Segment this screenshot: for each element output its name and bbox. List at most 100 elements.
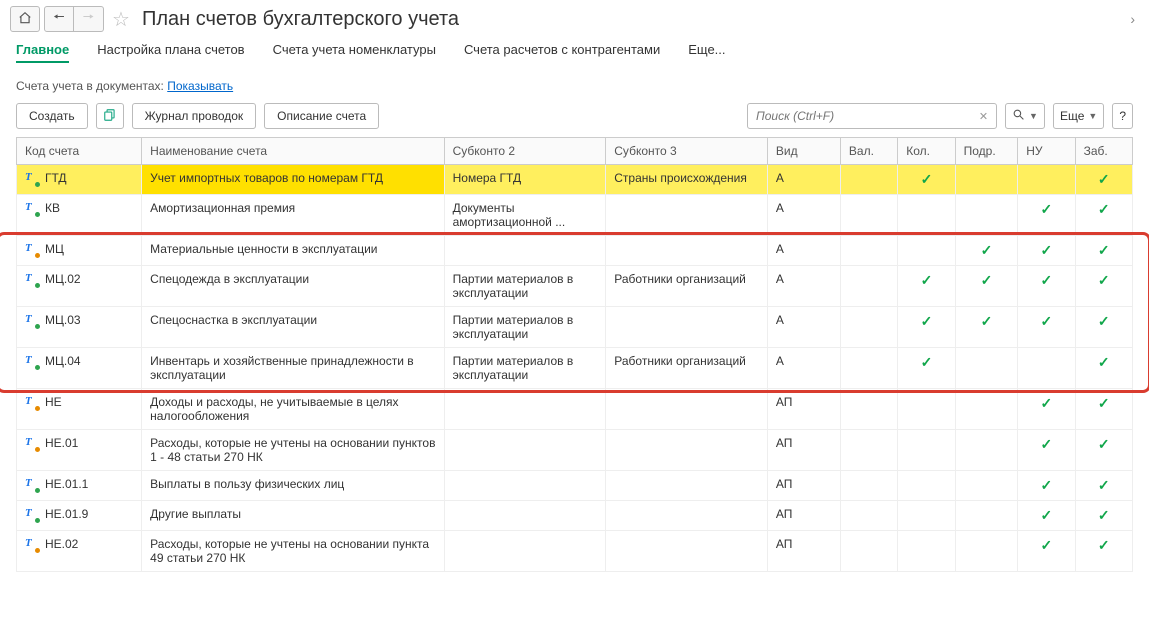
tab-Настройка плана счетов[interactable]: Настройка плана счетов bbox=[97, 42, 244, 63]
check-icon: ✓ bbox=[1098, 171, 1110, 187]
search-input[interactable] bbox=[752, 107, 975, 125]
val-cell bbox=[840, 236, 897, 266]
table-row[interactable]: КВАмортизационная премияДокументы аморти… bbox=[17, 195, 1133, 236]
col-podr[interactable]: Подр. bbox=[955, 138, 1018, 165]
kind-cell: А bbox=[767, 348, 840, 389]
col-zab[interactable]: Заб. bbox=[1075, 138, 1132, 165]
sub2-cell bbox=[444, 471, 606, 501]
check-icon: ✓ bbox=[1098, 354, 1110, 370]
journal-button[interactable]: Журнал проводок bbox=[132, 103, 257, 129]
code-cell: НЕ.02 bbox=[25, 537, 133, 552]
check-icon: ✓ bbox=[1041, 272, 1053, 288]
table-row[interactable]: НЕ.01.9Другие выплатыАП✓✓ bbox=[17, 501, 1133, 531]
code-cell: МЦ bbox=[25, 242, 133, 257]
code-cell: ГТД bbox=[25, 171, 133, 186]
kol-cell bbox=[898, 236, 955, 266]
table-row[interactable]: НЕ.01.1Выплаты в пользу физических лицАП… bbox=[17, 471, 1133, 501]
check-icon: ✓ bbox=[1041, 477, 1053, 493]
name-cell: Выплаты в пользу физических лиц bbox=[142, 471, 444, 501]
find-dropdown[interactable]: ▼ bbox=[1005, 103, 1045, 129]
filter-link[interactable]: Показывать bbox=[167, 79, 233, 93]
kind-cell: АП bbox=[767, 389, 840, 430]
sub3-cell bbox=[606, 195, 768, 236]
back-button[interactable]: 🠔 bbox=[44, 6, 74, 32]
sub2-cell bbox=[444, 501, 606, 531]
check-icon: ✓ bbox=[921, 313, 933, 329]
top-toolbar: 🠔 🠖 ☆ План счетов бухгалтерского учета › bbox=[0, 0, 1149, 38]
grid-container: Код счета Наименование счета Субконто 2 … bbox=[0, 137, 1149, 582]
zab-cell: ✓ bbox=[1075, 266, 1132, 307]
tabs: Главное Настройка плана счетов Счета учета… bbox=[0, 38, 1149, 73]
table-row[interactable]: НЕДоходы и расходы, не учитываемые в цел… bbox=[17, 389, 1133, 430]
sub2-cell: Партии материалов в эксплуатации bbox=[444, 307, 606, 348]
kol-cell: ✓ bbox=[898, 165, 955, 195]
code-text: НЕ.01.9 bbox=[45, 507, 88, 521]
table-row[interactable]: ГТДУчет импортных товаров по номерам ГТД… bbox=[17, 165, 1133, 195]
sub3-cell bbox=[606, 501, 768, 531]
check-icon: ✓ bbox=[1098, 507, 1110, 523]
podr-cell bbox=[955, 501, 1018, 531]
col-kind[interactable]: Вид bbox=[767, 138, 840, 165]
account-type-icon bbox=[25, 172, 39, 186]
table-row[interactable]: МЦ.02Спецодежда в эксплуатацииПартии мат… bbox=[17, 266, 1133, 307]
table-row[interactable]: МЦ.03 Спецоснастка в эксплуатацииПартии м… bbox=[17, 307, 1133, 348]
help-label: ? bbox=[1119, 109, 1126, 123]
kind-cell: А bbox=[767, 266, 840, 307]
col-nu[interactable]: НУ bbox=[1018, 138, 1075, 165]
nu-cell: ✓ bbox=[1018, 236, 1075, 266]
table-row[interactable]: НЕ.02Расходы, которые не учтены на основ… bbox=[17, 531, 1133, 572]
sub3-cell bbox=[606, 430, 768, 471]
sub2-cell bbox=[444, 430, 606, 471]
podr-cell: ✓ bbox=[955, 307, 1018, 348]
favorite-star-icon[interactable]: ☆ bbox=[112, 7, 130, 32]
check-icon: ✓ bbox=[1041, 507, 1053, 523]
name-cell: Спецоснастка в эксплуатации bbox=[142, 307, 444, 348]
sub2-cell: Документы амортизационной ... bbox=[444, 195, 606, 236]
check-icon: ✓ bbox=[981, 313, 993, 329]
account-type-icon bbox=[25, 437, 39, 451]
expand-icon[interactable]: › bbox=[1130, 11, 1139, 27]
tab-Главное[interactable]: Главное bbox=[16, 42, 69, 63]
name-cell: Спецодежда в эксплуатации bbox=[142, 266, 444, 307]
nu-cell bbox=[1018, 348, 1075, 389]
check-icon: ✓ bbox=[1041, 537, 1053, 553]
code-cell: МЦ.02 bbox=[25, 272, 133, 287]
copy-button[interactable] bbox=[96, 103, 124, 129]
col-sub3[interactable]: Субконто 3 bbox=[606, 138, 768, 165]
val-cell bbox=[840, 266, 897, 307]
forward-button[interactable]: 🠖 bbox=[74, 6, 104, 32]
tab-Счета расчетов с контрагентами[interactable]: Счета расчетов с контрагентами bbox=[464, 42, 660, 63]
create-button[interactable]: Создать bbox=[16, 103, 88, 129]
action-bar: Создать Журнал проводок Описание счета ✕… bbox=[0, 95, 1149, 137]
table-row[interactable]: НЕ.01Расходы, которые не учтены на основ… bbox=[17, 430, 1133, 471]
col-sub2[interactable]: Субконто 2 bbox=[444, 138, 606, 165]
clear-search-icon[interactable]: ✕ bbox=[975, 110, 992, 123]
tab-Счета учета номенклатуры[interactable]: Счета учета номенклатуры bbox=[273, 42, 436, 63]
table-row[interactable]: МЦ.04Инвентарь и хозяйственные принадлеж… bbox=[17, 348, 1133, 389]
check-icon: ✓ bbox=[1098, 395, 1110, 411]
copy-icon bbox=[103, 108, 117, 125]
code-text: МЦ.03 bbox=[45, 313, 81, 327]
more-dropdown[interactable]: Еще ▼ bbox=[1053, 103, 1104, 129]
sub3-cell bbox=[606, 471, 768, 501]
describe-button[interactable]: Описание счета bbox=[264, 103, 379, 129]
check-icon: ✓ bbox=[1041, 313, 1053, 329]
tab-Еще...[interactable]: Еще... bbox=[688, 42, 725, 63]
table-row[interactable]: МЦМатериальные ценности в эксплуатацииА✓… bbox=[17, 236, 1133, 266]
help-button[interactable]: ? bbox=[1112, 103, 1133, 129]
col-val[interactable]: Вал. bbox=[840, 138, 897, 165]
kind-cell: А bbox=[767, 195, 840, 236]
kind-cell: АП bbox=[767, 430, 840, 471]
home-button[interactable] bbox=[10, 6, 40, 32]
kol-cell bbox=[898, 389, 955, 430]
arrow-right-icon: 🠖 bbox=[83, 8, 94, 30]
nu-cell: ✓ bbox=[1018, 307, 1075, 348]
kol-cell: ✓ bbox=[898, 266, 955, 307]
col-kol[interactable]: Кол. bbox=[898, 138, 955, 165]
check-icon: ✓ bbox=[921, 171, 933, 187]
caret-down-icon: ▼ bbox=[1088, 111, 1097, 121]
name-cell: Инвентарь и хозяйственные принадлежности… bbox=[142, 348, 444, 389]
account-type-icon bbox=[25, 478, 39, 492]
col-name[interactable]: Наименование счета bbox=[142, 138, 444, 165]
col-code[interactable]: Код счета bbox=[17, 138, 142, 165]
